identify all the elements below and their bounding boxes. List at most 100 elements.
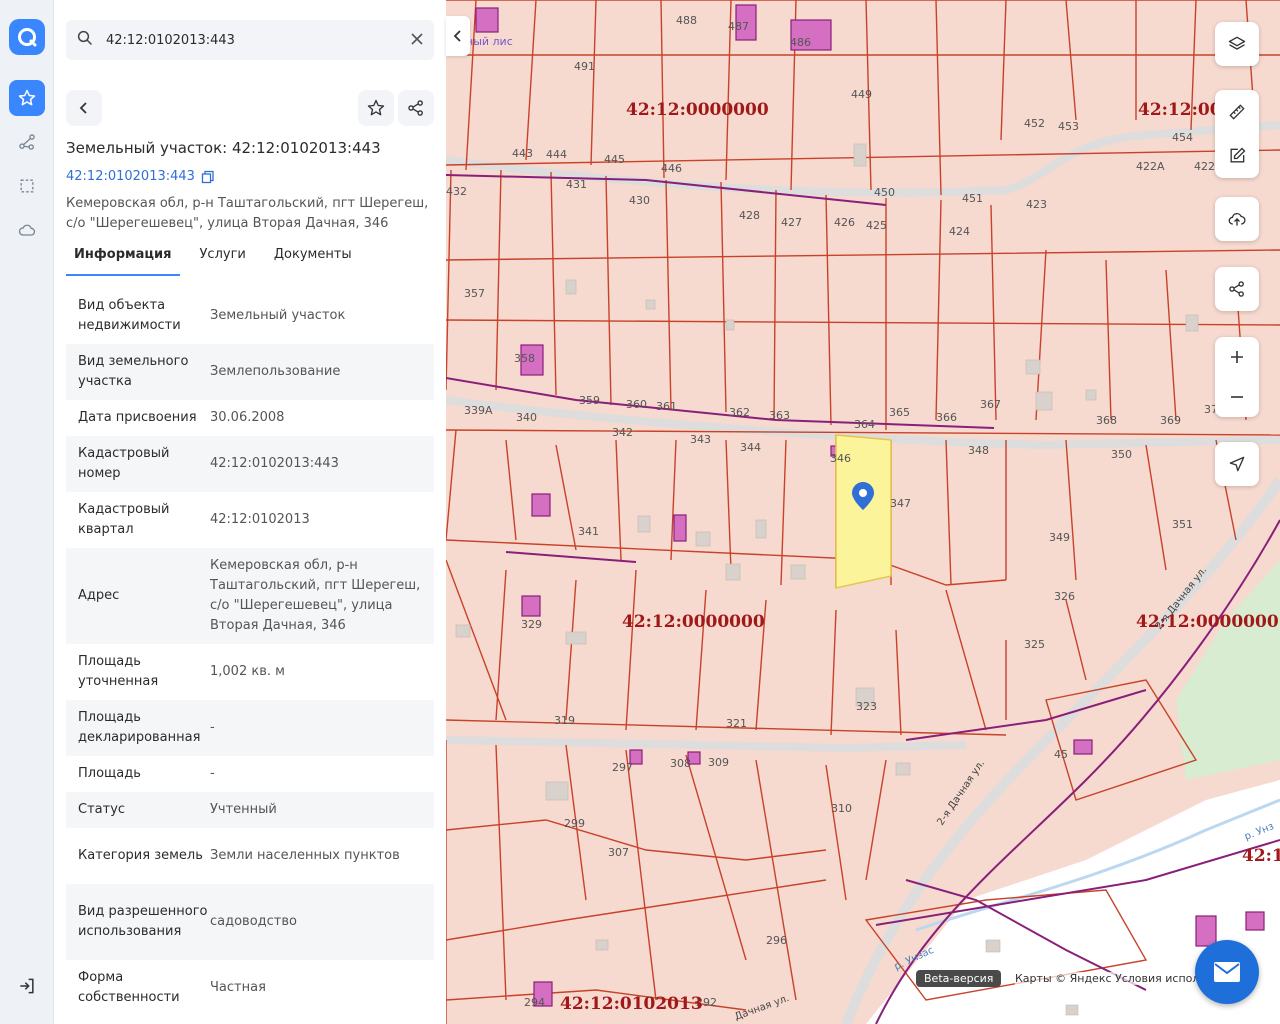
- svg-text:443: 443: [512, 147, 533, 160]
- quarter-label: 42:12:0000000: [622, 612, 765, 632]
- logout-icon[interactable]: [9, 968, 45, 1004]
- cadastral-map[interactable]: 488 487 486 491 449 452 453 454 422 422А 443 444 …: [446, 0, 1280, 1024]
- row-key: Площадь декларированная: [78, 710, 201, 745]
- row-value: Кемеровская обл, р-н Таштагольский, пгт …: [210, 558, 421, 633]
- svg-text:309: 309: [708, 756, 729, 769]
- object-address: Кемеровская обл, р-н Таштагольский, пгт …: [66, 196, 429, 231]
- svg-text:307: 307: [608, 846, 629, 859]
- clear-search-icon[interactable]: [410, 31, 424, 50]
- favorite-button[interactable]: [358, 90, 394, 126]
- favorites-star-icon[interactable]: [9, 80, 45, 116]
- share-icon: [1229, 281, 1244, 297]
- tab-services[interactable]: Услуги: [192, 240, 254, 276]
- svg-text:452: 452: [1024, 117, 1045, 130]
- chevron-left-icon: [453, 30, 461, 42]
- svg-text:351: 351: [1172, 518, 1193, 531]
- svg-text:321: 321: [726, 717, 747, 730]
- row-value: Земли населенных пунктов: [210, 848, 400, 863]
- cad-number-text[interactable]: 42:12:0102013:443: [66, 169, 195, 184]
- layers-button[interactable]: [1215, 22, 1259, 66]
- svg-text:446: 446: [661, 162, 682, 175]
- table-row: Площадь декларированная -: [66, 700, 434, 756]
- search-icon: [76, 29, 94, 51]
- map-attribution[interactable]: Карты © Яндекс Условия испол: [1015, 972, 1200, 985]
- edit-icon[interactable]: [1227, 146, 1247, 166]
- svg-text:348: 348: [968, 444, 989, 457]
- svg-text:450: 450: [874, 186, 895, 199]
- copy-icon[interactable]: [201, 170, 215, 184]
- svg-text:358: 358: [514, 352, 535, 365]
- table-row: Площадь -: [66, 756, 434, 792]
- svg-text:426: 426: [834, 216, 855, 229]
- page-title: Земельный участок: 42:12:0102013:443: [66, 139, 381, 157]
- search-bar[interactable]: 42:12:0102013:443: [66, 20, 434, 60]
- cad-number-link[interactable]: 42:12:0102013:443: [66, 169, 215, 184]
- back-button[interactable]: [66, 90, 102, 126]
- svg-text:319: 319: [554, 714, 575, 727]
- tabs: Информация Услуги Документы: [66, 240, 436, 276]
- svg-text:329: 329: [521, 618, 542, 631]
- row-value: 42:12:0102013:443: [210, 456, 339, 471]
- share-button[interactable]: [398, 90, 434, 126]
- layers-icon: [1228, 36, 1246, 50]
- mail-icon: [1214, 962, 1240, 982]
- svg-text:432: 432: [446, 185, 467, 198]
- row-value: Земельный участок: [210, 308, 346, 323]
- svg-text:451: 451: [962, 192, 983, 205]
- svg-text:323: 323: [856, 700, 877, 713]
- map-share-button[interactable]: [1215, 267, 1259, 311]
- row-value: 1,002 кв. м: [210, 664, 285, 679]
- map-canvas[interactable]: 488 487486491 449452 453454 422422А443 444 …: [446, 0, 1280, 1024]
- chevron-left-icon: [79, 102, 87, 114]
- tab-information[interactable]: Информация: [66, 240, 180, 276]
- zoom-out-button[interactable]: [1215, 377, 1259, 417]
- svg-text:297: 297: [612, 761, 633, 774]
- row-key: Форма собственности: [78, 970, 180, 1005]
- svg-text:294: 294: [524, 996, 545, 1009]
- svg-text:325: 325: [1024, 638, 1045, 651]
- svg-text:422: 422: [1194, 160, 1215, 173]
- svg-text:453: 453: [1058, 120, 1079, 133]
- logo-icon[interactable]: [9, 19, 45, 55]
- svg-text:Дачная ул.: Дачная ул.: [733, 993, 791, 1023]
- table-row: Форма собственности Частная: [66, 960, 434, 1016]
- ruler-icon[interactable]: [1227, 102, 1247, 122]
- info-panel: 42:12:0102013:443 Земельный участок: 42:…: [54, 0, 446, 1024]
- search-input[interactable]: 42:12:0102013:443: [106, 33, 410, 48]
- svg-text:ный лис: ный лис: [466, 35, 513, 48]
- svg-text:310: 310: [831, 802, 852, 815]
- table-row: Площадь уточненная 1,002 кв. м: [66, 644, 434, 700]
- table-row: Вид земельного участка Землепользование: [66, 344, 434, 400]
- upload-button[interactable]: [1215, 197, 1259, 241]
- feedback-mail-button[interactable]: [1195, 940, 1259, 1004]
- svg-text:359: 359: [579, 394, 600, 407]
- upload-icon: [1228, 212, 1246, 226]
- quarter-label: 42:1: [1242, 846, 1280, 866]
- row-value: Учтенный: [210, 802, 277, 817]
- svg-text:449: 449: [851, 88, 872, 101]
- svg-text:368: 368: [1096, 414, 1117, 427]
- tab-documents[interactable]: Документы: [266, 240, 360, 276]
- svg-text:425: 425: [866, 219, 887, 232]
- svg-text:367: 367: [980, 398, 1001, 411]
- svg-text:422А: 422А: [1136, 160, 1165, 173]
- svg-text:428: 428: [739, 209, 760, 222]
- row-key: Категория земель: [78, 848, 203, 863]
- svg-text:369: 369: [1160, 414, 1181, 427]
- svg-text:308: 308: [670, 757, 691, 770]
- svg-text:431: 431: [566, 178, 587, 191]
- svg-text:488: 488: [676, 14, 697, 27]
- route-icon[interactable]: [9, 124, 45, 160]
- row-key: Вид земельного участка: [78, 354, 189, 389]
- select-area-icon[interactable]: [9, 168, 45, 204]
- svg-text:350: 350: [1111, 448, 1132, 461]
- my-location-button[interactable]: [1215, 442, 1259, 486]
- plus-icon: [1231, 351, 1243, 363]
- svg-text:444: 444: [546, 148, 567, 161]
- zoom-in-button[interactable]: [1215, 337, 1259, 377]
- row-key: Кадастровый номер: [78, 446, 170, 481]
- navigation-arrow-icon: [1229, 456, 1245, 472]
- svg-text:299: 299: [564, 817, 585, 830]
- cloud-icon[interactable]: [9, 212, 45, 248]
- collapse-panel-button[interactable]: [446, 16, 470, 56]
